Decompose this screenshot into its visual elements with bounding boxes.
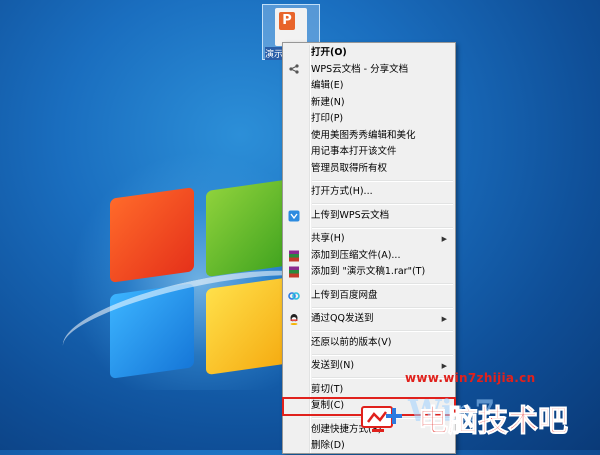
submenu-arrow-icon: ▶ bbox=[441, 235, 447, 243]
menu-separator bbox=[312, 330, 453, 332]
menu-separator bbox=[312, 203, 453, 205]
menu-item-add-to-rar[interactable]: 添加到 "演示文稿1.rar"(T) bbox=[283, 264, 455, 281]
watermark-url: www.win7zhijia.cn bbox=[405, 371, 536, 385]
menu-item-send-qq[interactable]: 通过QQ发送到 ▶ bbox=[283, 311, 455, 328]
menu-item-take-ownership[interactable]: 管理员取得所有权 bbox=[283, 161, 455, 178]
menu-item-delete[interactable]: 删除(D) bbox=[283, 438, 455, 455]
menu-item-open-with[interactable]: 打开方式(H)... bbox=[283, 184, 455, 201]
menu-separator bbox=[312, 179, 453, 182]
menu-item-new[interactable]: 新建(N) bbox=[283, 95, 455, 112]
menu-item-share[interactable]: 共享(H) ▶ bbox=[283, 231, 455, 248]
menu-item-edit[interactable]: 编辑(E) bbox=[283, 78, 455, 95]
submenu-arrow-icon: ▶ bbox=[441, 315, 447, 323]
menu-item-open[interactable]: 打开(O) bbox=[283, 45, 455, 62]
menu-item-restore-versions[interactable]: 还原以前的版本(V) bbox=[283, 335, 455, 352]
menu-separator bbox=[312, 353, 453, 356]
winrar-icon bbox=[288, 266, 300, 278]
menu-item-upload-baidu[interactable]: 上传到百度网盘 bbox=[283, 288, 455, 305]
context-menu: 打开(O) WPS云文档 - 分享文档 编辑(E) 新建(N) 打印(P) 使用… bbox=[282, 42, 456, 454]
menu-item-meitu-edit[interactable]: 使用美图秀秀编辑和美化 bbox=[283, 128, 455, 145]
logo-pane-red bbox=[110, 187, 194, 283]
menu-item-wps-share[interactable]: WPS云文档 - 分享文档 bbox=[283, 62, 455, 79]
watermark-title: 电脑技术吧 bbox=[418, 404, 569, 440]
winrar-icon bbox=[288, 250, 300, 262]
baidu-netdisk-icon bbox=[288, 290, 300, 302]
menu-separator bbox=[312, 306, 453, 309]
qq-icon bbox=[288, 313, 300, 325]
watermark-computer-icon bbox=[360, 404, 404, 436]
menu-separator bbox=[312, 283, 453, 285]
wps-cloud-icon bbox=[288, 210, 300, 222]
menu-item-add-archive[interactable]: 添加到压缩文件(A)... bbox=[283, 248, 455, 265]
logo-pane-green bbox=[206, 178, 292, 278]
wps-presentation-icon: P bbox=[275, 8, 307, 46]
menu-item-upload-wps-cloud[interactable]: 上传到WPS云文档 bbox=[283, 208, 455, 225]
menu-separator bbox=[312, 226, 453, 229]
menu-item-open-notepad[interactable]: 用记事本打开该文件 bbox=[283, 144, 455, 161]
share-icon bbox=[288, 63, 300, 76]
menu-item-print[interactable]: 打印(P) bbox=[283, 111, 455, 128]
